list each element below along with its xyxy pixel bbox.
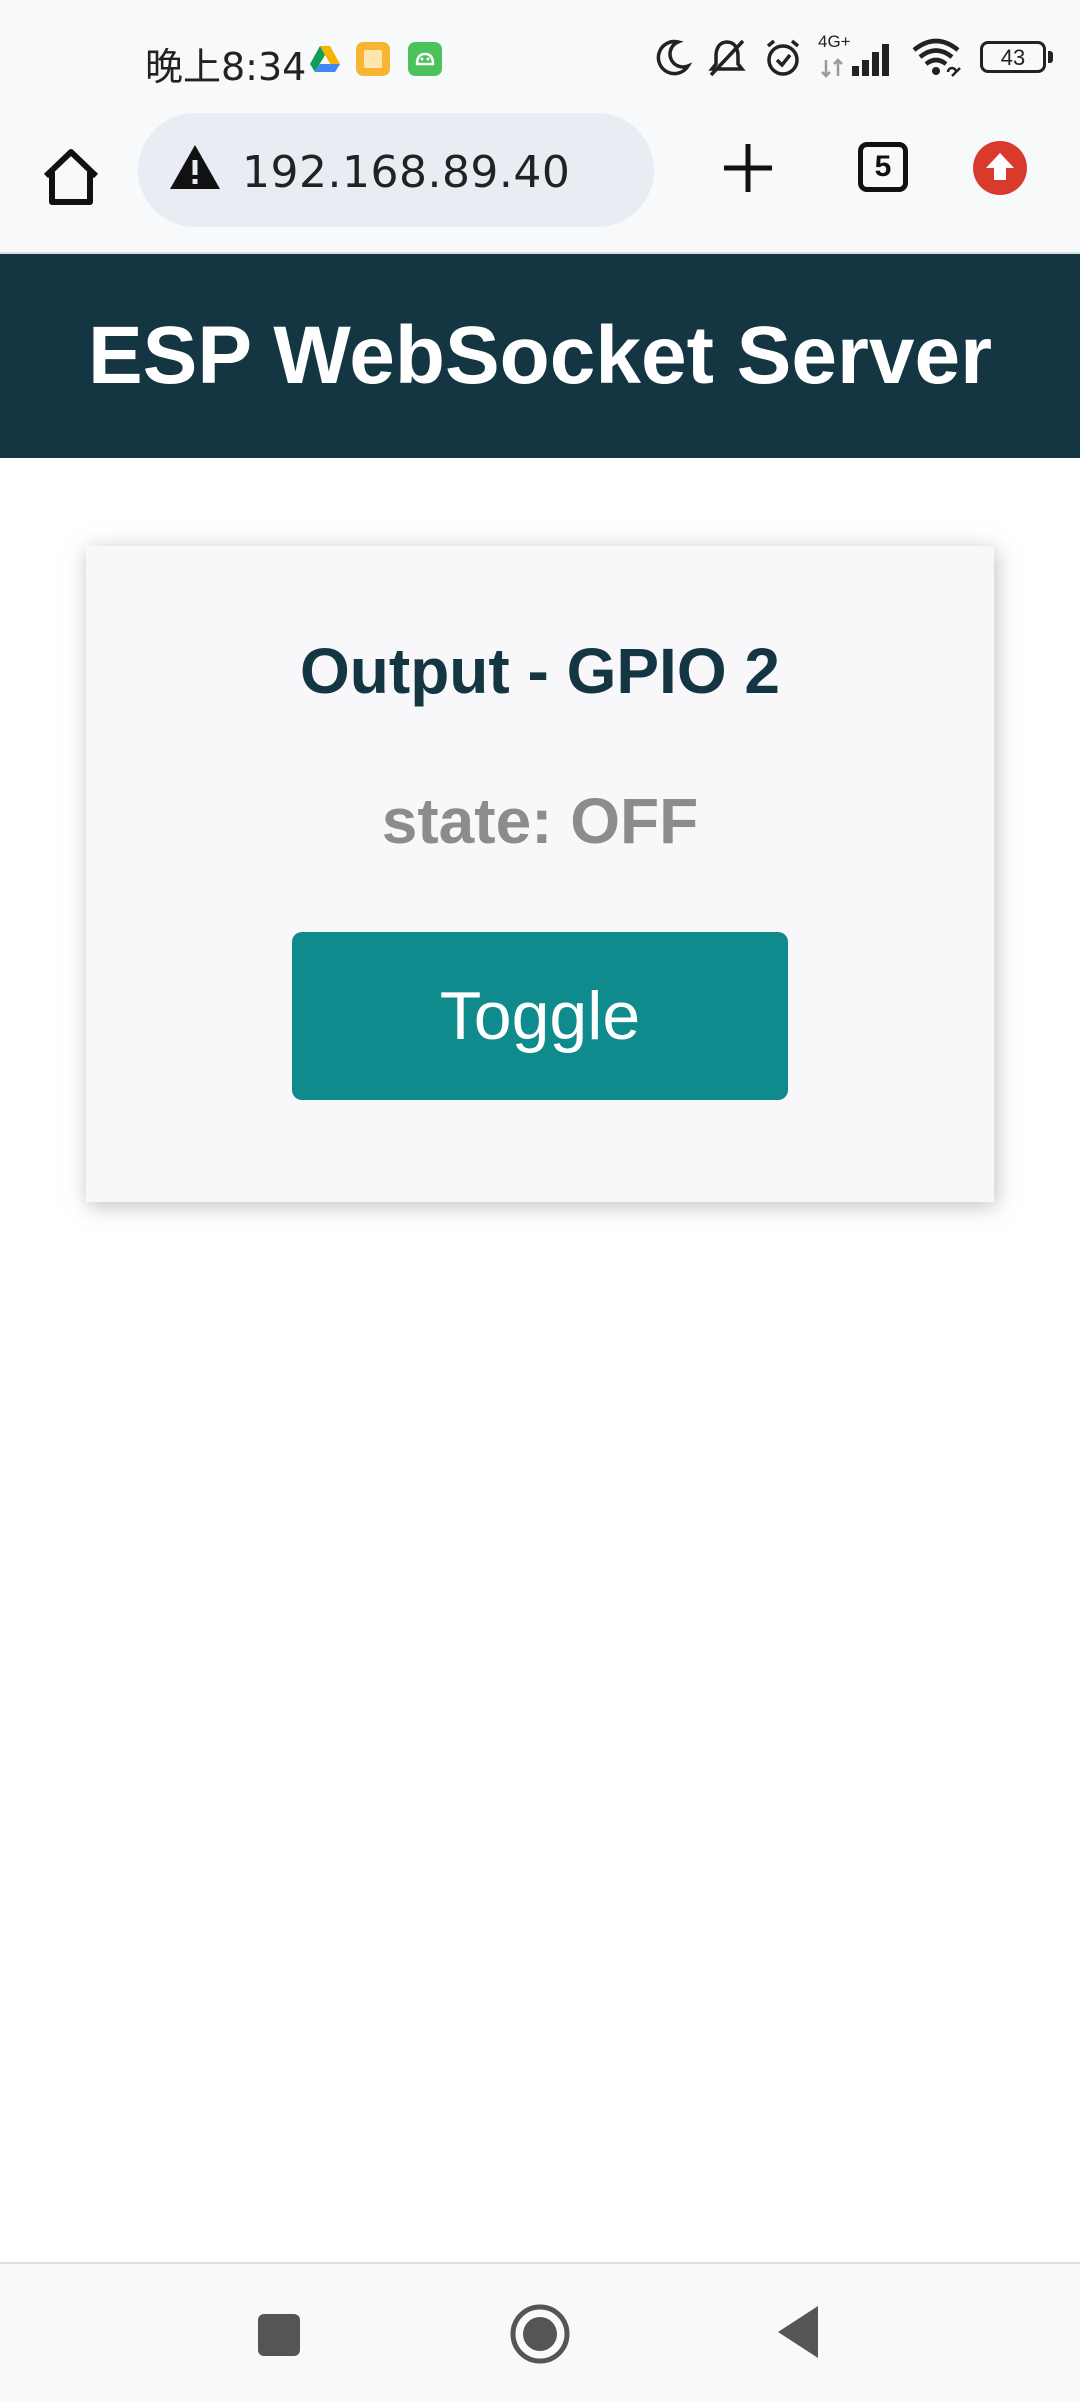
system-nav-bar	[0, 2262, 1080, 2402]
tab-count: 5	[874, 150, 892, 183]
page-title: ESP WebSocket Server	[87, 310, 992, 401]
nav-home-button[interactable]	[508, 2302, 572, 2366]
notes-app-icon	[356, 42, 390, 76]
status-bar: 晚上8:34 4G+ 43	[0, 0, 1080, 110]
signal-icon: 4G+	[818, 32, 896, 80]
status-time: 晚上8:34	[145, 45, 307, 89]
alarm-icon	[766, 39, 800, 76]
card-title: Output - GPIO 2	[300, 635, 780, 707]
battery-level: 43	[1000, 45, 1026, 70]
warning-icon[interactable]	[168, 143, 222, 191]
browser-toolbar: 192.168.89.40 5	[0, 110, 1080, 254]
wifi-icon	[912, 38, 961, 77]
status-icons: 4G+ 43	[652, 30, 1054, 86]
tabs-icon[interactable]: 5	[858, 142, 908, 192]
plus-icon[interactable]	[718, 138, 778, 198]
toggle-button[interactable]: Toggle	[292, 932, 788, 1100]
state-label: state: OFF	[381, 785, 699, 857]
url-text[interactable]: 192.168.89.40	[242, 147, 570, 198]
drive-icon	[310, 46, 340, 72]
page-header: ESP WebSocket Server	[0, 254, 1080, 458]
address-bar[interactable]: 192.168.89.40	[138, 113, 654, 227]
battery-icon: 43	[980, 41, 1054, 75]
android-app-icon	[408, 42, 442, 76]
moon-icon	[656, 39, 692, 76]
update-icon[interactable]	[972, 140, 1028, 196]
bell-off-icon	[708, 39, 746, 77]
output-card: Output - GPIO 2 state: OFF Toggle	[86, 546, 994, 1202]
nav-back-button[interactable]	[776, 2304, 820, 2360]
recent-apps-button[interactable]	[258, 2314, 300, 2356]
home-icon[interactable]	[38, 144, 104, 210]
